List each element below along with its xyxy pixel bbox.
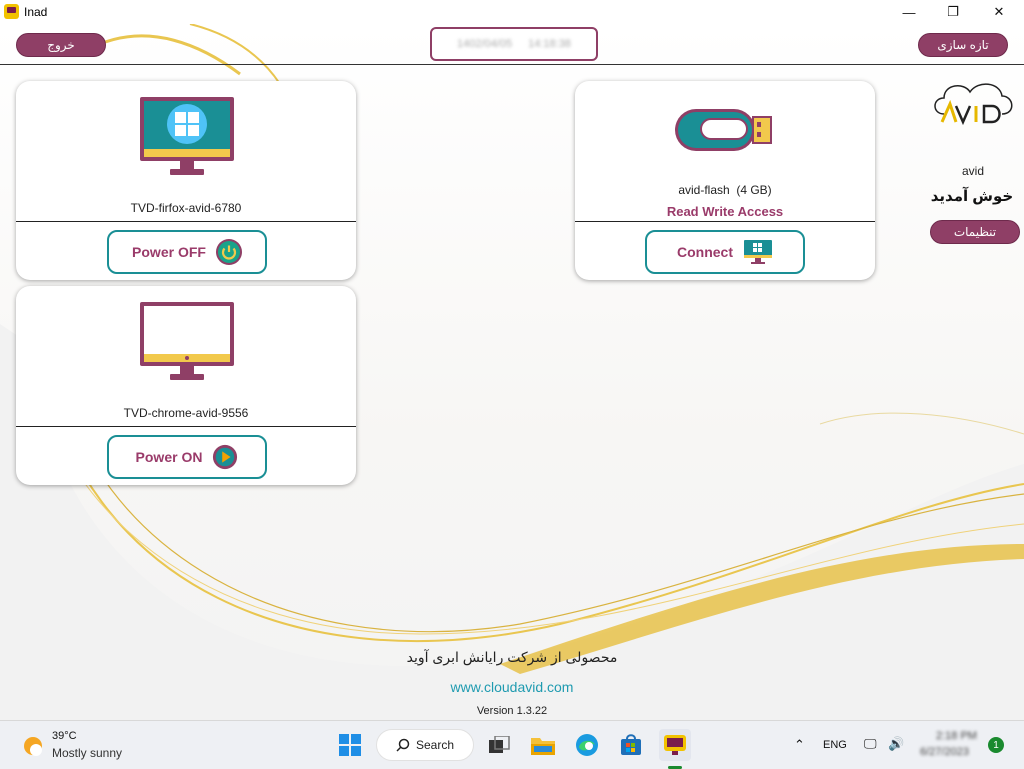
- button-label: Power OFF: [132, 244, 206, 260]
- window-title: Inad: [24, 5, 48, 19]
- task-view-icon[interactable]: [484, 729, 516, 761]
- app-main: خروج 1402/04/05 14:18:38 تازه سازی TVD-f…: [0, 24, 1024, 720]
- clock-time[interactable]: 2:18 PM: [936, 730, 977, 742]
- power-on-button[interactable]: Power ON: [107, 435, 267, 479]
- card-divider: [16, 221, 356, 222]
- minimize-button[interactable]: —: [886, 0, 932, 24]
- file-explorer-icon[interactable]: [527, 729, 559, 761]
- monitor-icon: [140, 302, 234, 380]
- device-card: TVD-chrome-avid-9556 Power ON: [16, 286, 356, 485]
- flash-card: avid-flash (4 GB) Read Write Access Conn…: [575, 81, 875, 280]
- device-name: TVD-firfox-avid-6780: [130, 201, 242, 215]
- notification-badge[interactable]: 1: [988, 737, 1004, 753]
- weather-temperature[interactable]: 39°C: [52, 730, 77, 742]
- power-icon: [215, 239, 242, 265]
- settings-button[interactable]: تنظیمات: [930, 220, 1020, 244]
- start-menu-icon[interactable]: [334, 729, 366, 761]
- exit-button[interactable]: خروج: [16, 33, 106, 57]
- button-label: Power ON: [135, 449, 203, 465]
- edge-browser-icon[interactable]: [571, 729, 603, 761]
- date-time-display: 1402/04/05 14:18:38: [430, 27, 598, 61]
- maximize-button[interactable]: ❐: [930, 0, 976, 24]
- taskbar-search[interactable]: Search: [376, 729, 474, 761]
- weather-description[interactable]: Mostly sunny: [52, 746, 122, 760]
- header-divider: [0, 64, 1024, 65]
- device-card: TVD-firfox-avid-6780 Power OFF: [16, 81, 356, 280]
- chevron-up-icon[interactable]: ⌃: [794, 737, 805, 753]
- usb-flash-icon: [675, 109, 772, 151]
- device-name: TVD-chrome-avid-9556: [123, 406, 249, 420]
- flash-name: avid-flash (4 GB): [678, 183, 772, 197]
- search-icon: [396, 738, 410, 752]
- flash-access: Read Write Access: [666, 204, 784, 219]
- card-divider: [575, 221, 875, 222]
- close-button[interactable]: ✕: [976, 0, 1022, 24]
- card-divider: [16, 426, 356, 427]
- network-icon[interactable]: 🖵: [864, 736, 877, 752]
- connect-monitor-icon: [744, 240, 772, 264]
- time-text: 14:18:38: [528, 38, 571, 50]
- refresh-button[interactable]: تازه سازی: [918, 33, 1008, 57]
- weather-sun-icon[interactable]: [20, 733, 46, 759]
- date-text: 1402/04/05: [457, 38, 513, 50]
- windows-monitor-icon: [140, 97, 234, 175]
- volume-icon[interactable]: 🔊: [888, 736, 904, 752]
- clock-date[interactable]: 6/27/2023: [920, 746, 969, 758]
- inad-app-icon[interactable]: [659, 729, 691, 761]
- company-text: محصولی از شرکت رایانش ابری آوید: [406, 649, 618, 665]
- connect-button[interactable]: Connect: [645, 230, 805, 274]
- search-label: Search: [415, 738, 455, 752]
- title-bar: Inad — ❐ ✕: [0, 0, 1024, 24]
- language-indicator[interactable]: ENG: [823, 739, 847, 751]
- play-icon: [212, 444, 238, 470]
- power-off-button[interactable]: Power OFF: [107, 230, 267, 274]
- app-logo-icon: [4, 4, 19, 19]
- welcome-text: خوش آمدید: [930, 188, 1014, 205]
- website-link[interactable]: www.cloudavid.com: [0, 679, 1024, 695]
- avid-logo-icon: [934, 83, 1013, 126]
- microsoft-store-icon[interactable]: [615, 729, 647, 761]
- version-text: Version 1.3.22: [476, 705, 548, 717]
- username: avid: [961, 164, 984, 178]
- taskbar: 39°C Mostly sunny Search ⌃ ENG 🖵 🔊 2:18 …: [0, 720, 1024, 769]
- button-label: Connect: [677, 244, 733, 260]
